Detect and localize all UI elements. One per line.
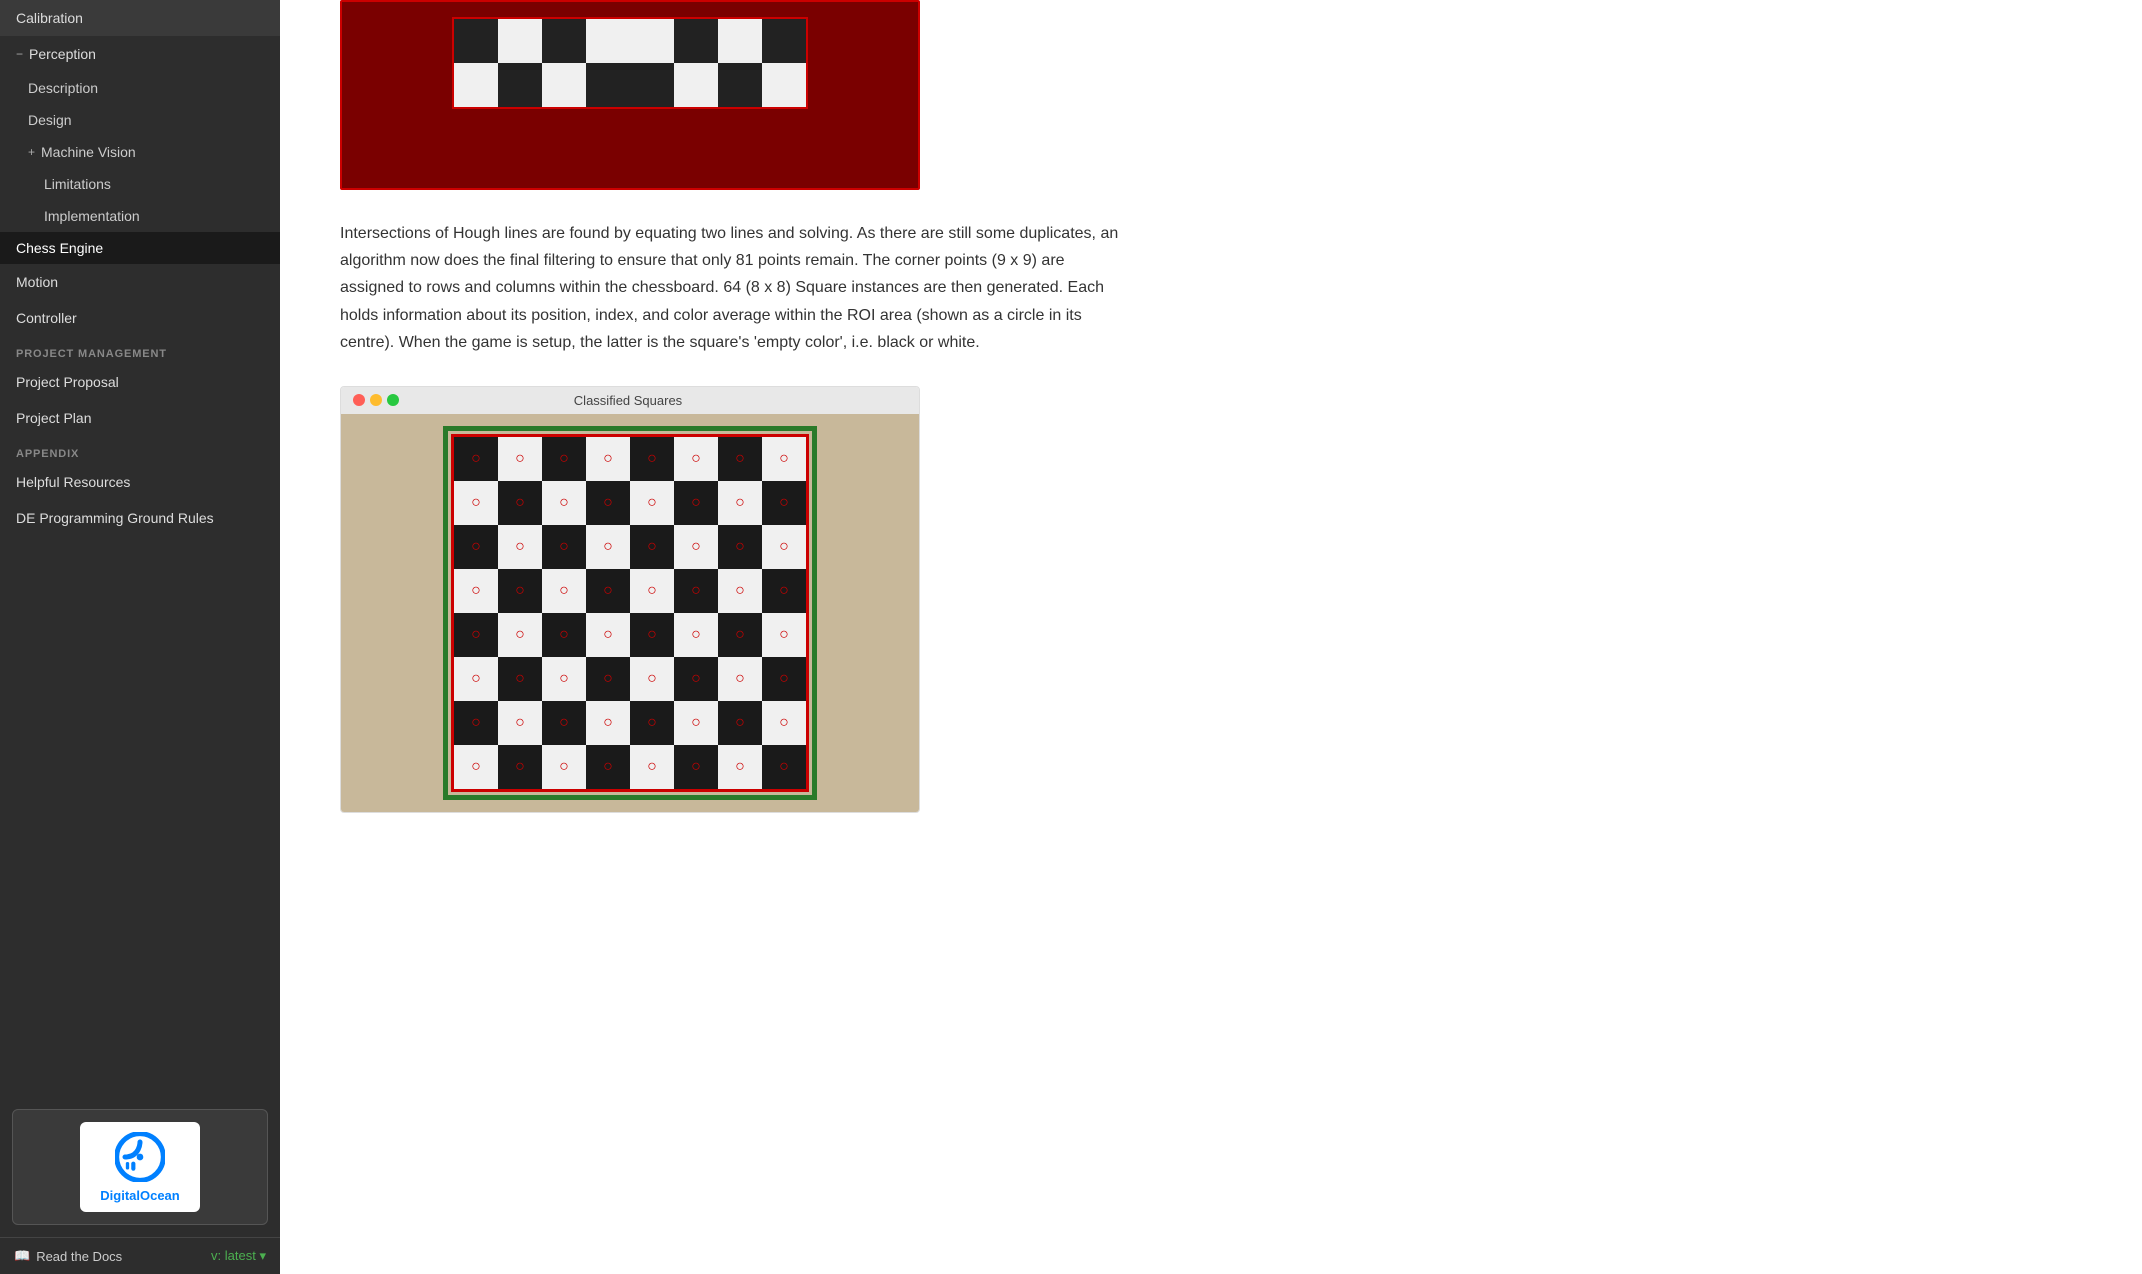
do-ad-box[interactable]: DigitalOcean <box>12 1109 268 1225</box>
expand-icon-perception: − <box>16 47 23 61</box>
limitations-label: Limitations <box>44 176 111 192</box>
controller-label: Controller <box>16 310 77 326</box>
sidebar-item-implementation[interactable]: Implementation <box>0 200 280 232</box>
sidebar-ad-section: DigitalOcean <box>0 1097 280 1237</box>
sidebar-item-helpful-resources[interactable]: Helpful Resources <box>0 464 280 500</box>
machine-vision-label: Machine Vision <box>41 144 136 160</box>
main-content: Intersections of Hough lines are found b… <box>280 0 2142 1274</box>
motion-label: Motion <box>16 274 58 290</box>
sidebar: Calibration − Perception Description Des… <box>0 0 280 1274</box>
de-programming-label: DE Programming Ground Rules <box>16 510 214 526</box>
perception-label: Perception <box>29 46 96 62</box>
sidebar-item-perception[interactable]: − Perception <box>0 36 280 72</box>
sidebar-item-de-programming[interactable]: DE Programming Ground Rules <box>0 500 280 536</box>
implementation-label: Implementation <box>44 208 140 224</box>
sidebar-item-design[interactable]: Design <box>0 104 280 136</box>
dot-maximize <box>387 394 399 406</box>
sidebar-item-limitations[interactable]: Limitations <box>0 168 280 200</box>
image-titlebar: Classified Squares <box>341 387 919 414</box>
sidebar-item-project-proposal[interactable]: Project Proposal <box>0 364 280 400</box>
helpful-resources-label: Helpful Resources <box>16 474 130 490</box>
project-plan-label: Project Plan <box>16 410 91 426</box>
classified-squares-image: Classified Squares ○ ○ ○ ○ ○ ○ ○ ○ ○ ○ ○… <box>340 386 920 813</box>
project-proposal-label: Project Proposal <box>16 374 119 390</box>
classified-board-container: ○ ○ ○ ○ ○ ○ ○ ○ ○ ○ ○ ○ ○ ○ ○ ○ ○ ○ ○ <box>341 414 919 812</box>
chevron-down-icon: ▾ <box>259 1248 266 1263</box>
calibration-label: Calibration <box>16 10 83 26</box>
sidebar-item-controller[interactable]: Controller <box>0 300 280 336</box>
do-text: DigitalOcean <box>100 1188 179 1203</box>
design-label: Design <box>28 112 72 128</box>
description-label: Description <box>28 80 98 96</box>
sidebar-item-machine-vision[interactable]: + Machine Vision <box>0 136 280 168</box>
expand-icon-machine-vision: + <box>28 145 35 159</box>
book-icon: 📖 <box>14 1248 30 1264</box>
sidebar-item-calibration[interactable]: Calibration <box>0 0 280 36</box>
dot-close <box>353 394 365 406</box>
sidebar-item-chess-engine[interactable]: Chess Engine <box>0 232 280 264</box>
sidebar-footer: 📖 Read the Docs v: latest ▾ <box>0 1237 280 1274</box>
read-docs-link[interactable]: 📖 Read the Docs <box>14 1248 122 1264</box>
top-chess-image <box>340 0 920 190</box>
classified-title: Classified Squares <box>574 393 682 408</box>
sidebar-item-description[interactable]: Description <box>0 72 280 104</box>
read-docs-label: Read the Docs <box>36 1249 122 1264</box>
section-appendix: APPENDIX <box>0 436 280 464</box>
window-dots <box>353 394 399 406</box>
do-logo-icon <box>115 1132 165 1182</box>
sidebar-item-project-plan[interactable]: Project Plan <box>0 400 280 436</box>
sidebar-item-motion[interactable]: Motion <box>0 264 280 300</box>
chess-board-top <box>342 2 918 188</box>
section-project-management: PROJECT MANAGEMENT <box>0 336 280 364</box>
version-label: v: latest <box>211 1248 256 1263</box>
version-selector[interactable]: v: latest ▾ <box>211 1248 266 1264</box>
main-paragraph: Intersections of Hough lines are found b… <box>340 220 1120 356</box>
do-logo: DigitalOcean <box>80 1122 200 1212</box>
dot-minimize <box>370 394 382 406</box>
chess-engine-label: Chess Engine <box>16 240 103 256</box>
